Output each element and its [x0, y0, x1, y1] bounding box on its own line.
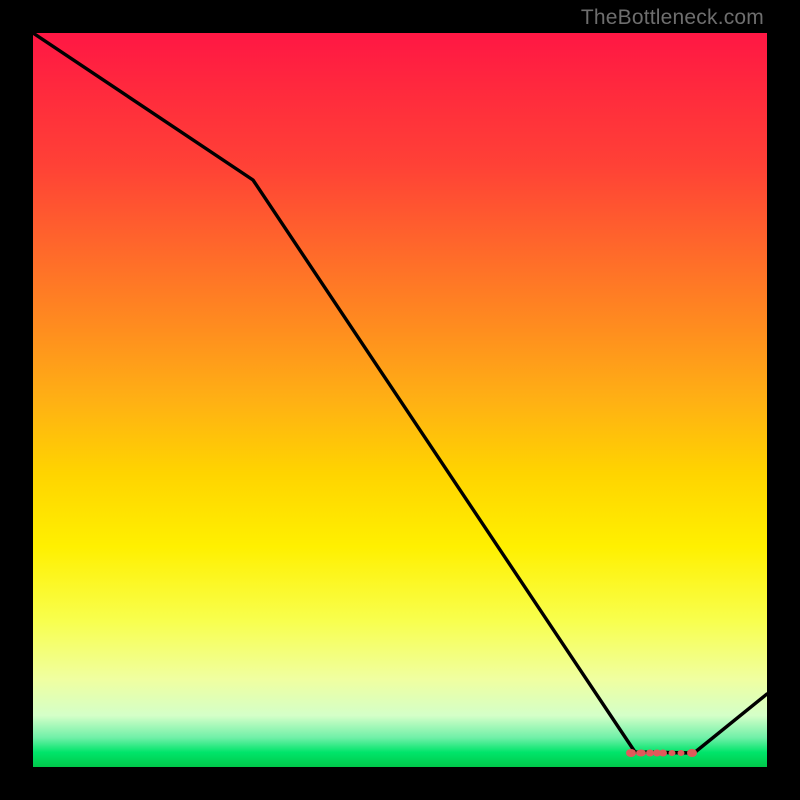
chart-line-group: [33, 33, 767, 753]
bottleneck-curve: [33, 33, 767, 753]
chart-svg: [33, 33, 767, 767]
plot-area: [33, 33, 767, 767]
chart-frame: TheBottleneck.com: [0, 0, 800, 800]
attribution-label: TheBottleneck.com: [581, 6, 764, 30]
